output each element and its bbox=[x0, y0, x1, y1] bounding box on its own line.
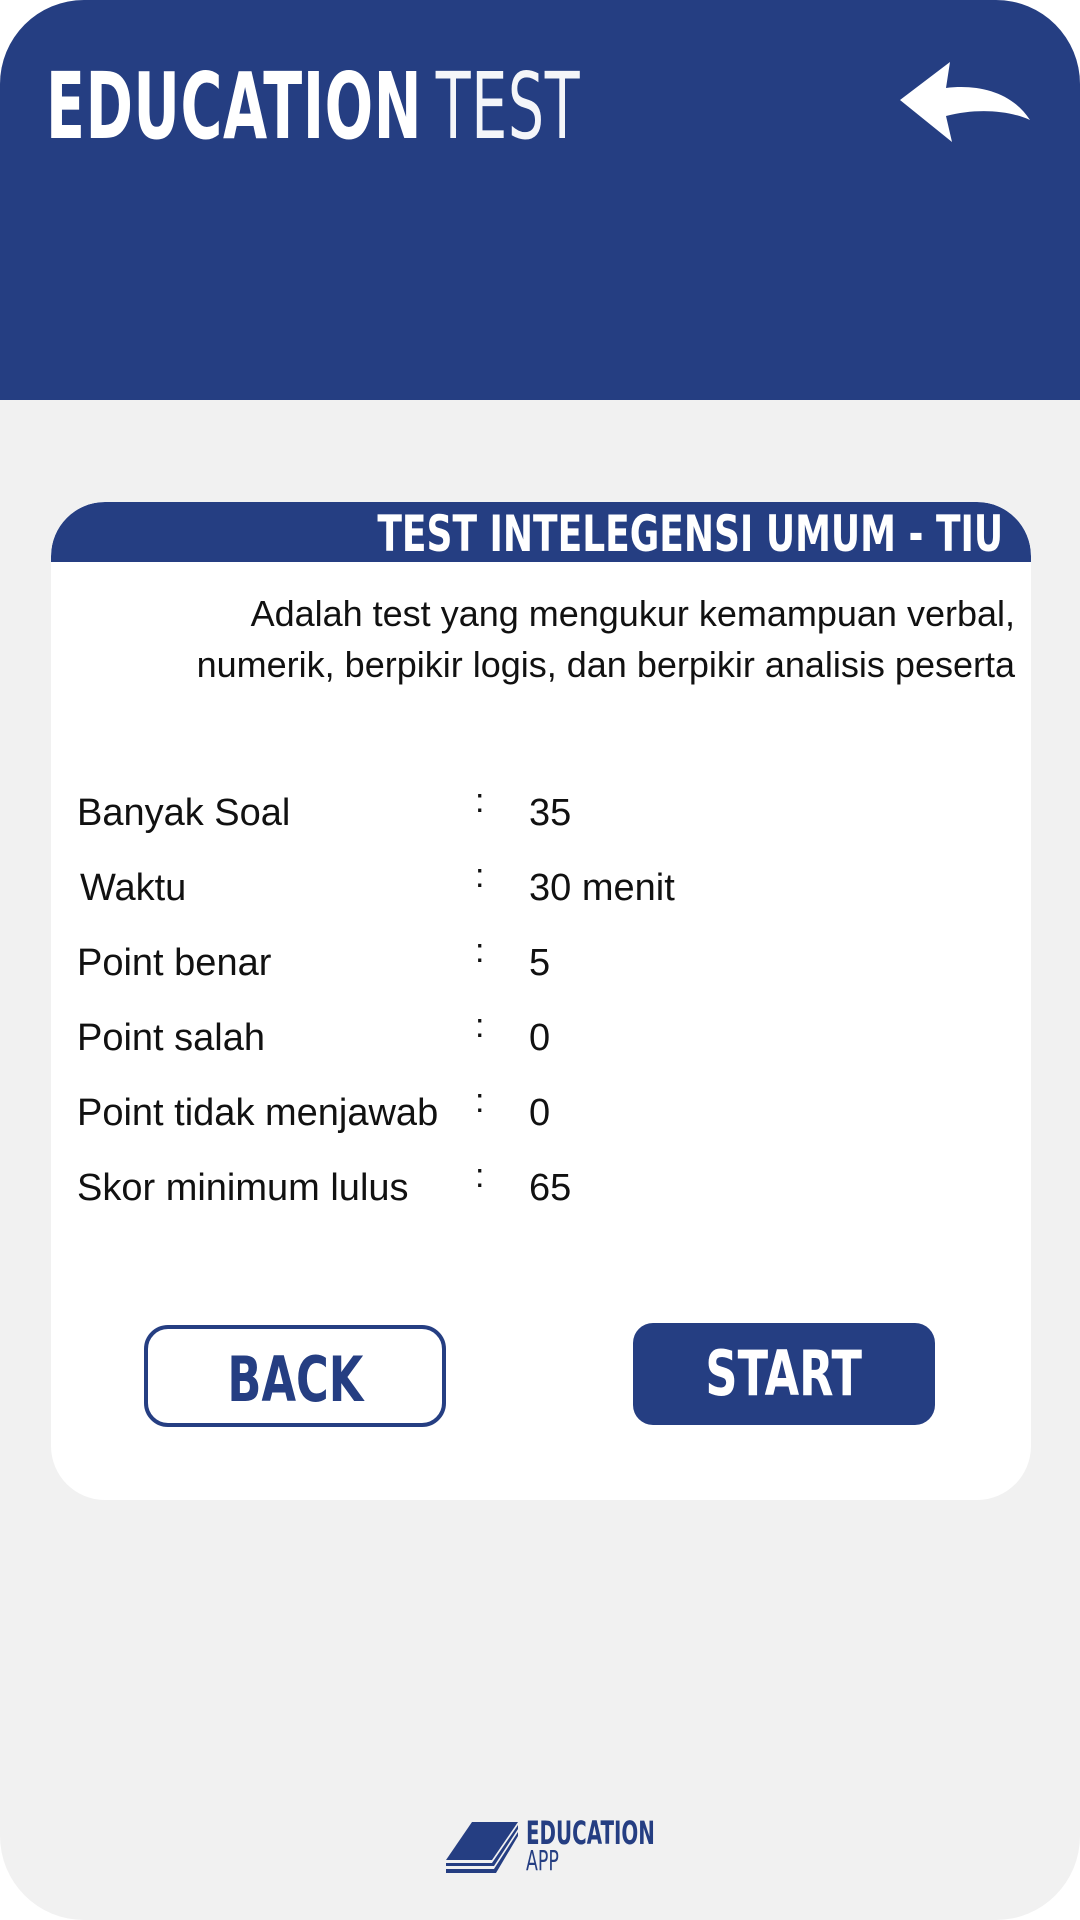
info-separator: : bbox=[475, 1157, 485, 1195]
info-value: 65 bbox=[529, 1167, 572, 1209]
start-button-label: START bbox=[705, 1337, 863, 1410]
info-label: Point salah bbox=[77, 1017, 266, 1059]
card-header: TEST INTELEGENSI UMUM - TIU bbox=[51, 502, 1031, 562]
info-separator: : bbox=[475, 1082, 485, 1120]
education-app-logo: EDUCATION APP bbox=[444, 1817, 655, 1875]
book-icon bbox=[446, 1822, 518, 1873]
info-separator: : bbox=[475, 932, 485, 970]
test-description: Adalah test yang mengukur kemampuan verb… bbox=[196, 593, 1015, 685]
test-info-card: TEST INTELEGENSI UMUM - TIU Adalah test … bbox=[51, 502, 1031, 1500]
info-separator: : bbox=[475, 857, 485, 895]
info-value: 0 bbox=[529, 1017, 551, 1059]
header-bar: EDUCATION TEST bbox=[0, 0, 1080, 400]
info-value: 35 bbox=[529, 792, 572, 834]
curved-back-arrow-icon[interactable] bbox=[900, 62, 1032, 144]
info-value: 0 bbox=[529, 1092, 551, 1134]
info-separator: : bbox=[475, 782, 485, 820]
info-value: 30 menit bbox=[529, 867, 675, 909]
app-title-thin: TEST bbox=[435, 53, 581, 160]
back-button[interactable]: BACK bbox=[144, 1325, 446, 1427]
logo-text: EDUCATION APP bbox=[526, 1817, 655, 1875]
app-screen: EDUCATION TEST TEST INTELEGENSI UMUM - TI… bbox=[0, 0, 1080, 1920]
info-label: Waktu bbox=[80, 867, 187, 909]
info-label: Point benar bbox=[77, 942, 272, 984]
app-title: EDUCATION TEST bbox=[46, 52, 580, 162]
info-separator: : bbox=[475, 1007, 485, 1045]
card-title: TEST INTELEGENSI UMUM - TIU bbox=[377, 505, 1003, 563]
back-button-label: BACK bbox=[227, 1343, 363, 1416]
start-button[interactable]: START bbox=[633, 1323, 935, 1425]
info-label: Banyak Soal bbox=[77, 792, 291, 834]
info-label: Skor minimum lulus bbox=[77, 1167, 409, 1209]
info-value: 5 bbox=[529, 942, 551, 984]
app-title-bold: EDUCATION bbox=[46, 53, 423, 160]
info-label: Point tidak menjawab bbox=[77, 1092, 439, 1134]
